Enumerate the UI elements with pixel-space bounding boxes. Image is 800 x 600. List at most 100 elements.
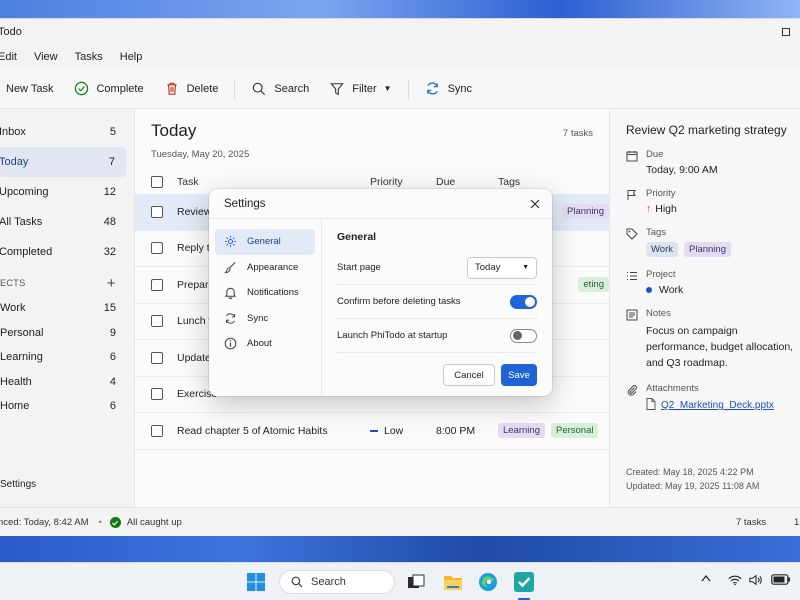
settings-nav-sync[interactable]: Sync <box>215 306 315 332</box>
filter-button[interactable]: Filter ▼ <box>319 74 401 104</box>
sync-button[interactable]: Sync <box>415 74 482 104</box>
folder-icon <box>444 575 462 590</box>
save-button[interactable]: Save <box>501 364 537 386</box>
status-task-count: 7 tasks <box>736 517 767 528</box>
desktop-wallpaper-top <box>0 0 800 18</box>
maximize-button[interactable] <box>778 24 794 40</box>
separator-dot: • <box>98 517 102 528</box>
arrow-up-icon: ↑ <box>646 203 652 215</box>
search-button[interactable]: Search <box>241 74 319 104</box>
sidebar-project-personal[interactable]: Personal 9 <box>0 321 134 346</box>
taskbar-search[interactable]: Search <box>279 570 395 594</box>
attachments-label: Attachments <box>646 383 699 394</box>
sidebar-item-label: Inbox <box>0 126 26 138</box>
flag-icon <box>626 189 638 201</box>
sidebar-item-count: 6 <box>109 400 116 413</box>
sidebar-project-work[interactable]: Work 15 <box>0 296 134 321</box>
settings-nav: General Appearance Notifications Sync Ab… <box>209 219 322 396</box>
project-color-dot <box>646 287 652 294</box>
sidebar-item-today[interactable]: Today 7 <box>0 147 126 177</box>
desktop-wallpaper-bottom <box>0 536 800 562</box>
toolbar-divider <box>234 78 236 99</box>
task-checkbox[interactable] <box>151 424 163 437</box>
tag-badge[interactable]: Planning <box>684 242 731 257</box>
column-due[interactable]: Due <box>436 176 498 188</box>
sidebar-project-learning[interactable]: Learning 6 <box>0 345 134 370</box>
table-row[interactable]: Read chapter 5 of Atomic Habits Low 8:00… <box>135 413 609 450</box>
sidebar-item-label: Today <box>0 156 29 168</box>
search-icon <box>291 576 303 588</box>
sidebar-project-home[interactable]: Home 6 <box>0 394 134 419</box>
menu-tasks[interactable]: Tasks <box>75 51 112 63</box>
network-button[interactable] <box>728 574 742 586</box>
menu-view[interactable]: View <box>34 51 67 63</box>
confirm-delete-toggle[interactable] <box>510 294 537 309</box>
paperclip-icon <box>626 384 638 396</box>
cancel-button[interactable]: Cancel <box>443 364 495 386</box>
sidebar-settings[interactable]: Settings <box>0 479 36 490</box>
battery-button[interactable] <box>771 574 791 585</box>
todo-app-button[interactable] <box>511 569 537 595</box>
settings-nav-label: About <box>247 338 272 350</box>
project-value-field[interactable]: Work <box>646 284 683 296</box>
task-checkbox[interactable] <box>151 205 163 218</box>
sidebar-project-health[interactable]: Health 4 <box>0 370 134 395</box>
launch-startup-label: Launch PhiTodo at startup <box>337 330 448 341</box>
column-task[interactable]: Task <box>177 176 370 188</box>
select-all-checkbox[interactable] <box>151 176 163 188</box>
sidebar-item-all-tasks[interactable]: All Tasks 48 <box>0 207 134 237</box>
sidebar-item-label: Work <box>0 302 26 315</box>
launch-startup-toggle[interactable] <box>510 328 537 343</box>
complete-button[interactable]: Complete <box>63 74 153 104</box>
task-checkbox[interactable] <box>151 242 163 255</box>
sync-icon <box>224 312 237 325</box>
edge-browser-button[interactable] <box>475 569 501 595</box>
close-button[interactable] <box>530 196 540 212</box>
priority-value-field[interactable]: ↑ High <box>646 203 677 215</box>
task-checkbox[interactable] <box>151 388 163 401</box>
delete-button[interactable]: Delete <box>154 74 229 104</box>
details-title: Review Q2 marketing strategy <box>626 123 787 137</box>
column-priority[interactable]: Priority <box>370 176 436 188</box>
sidebar-item-inbox[interactable]: Inbox 5 <box>0 117 134 147</box>
task-checkbox[interactable] <box>151 351 163 364</box>
task-count: 7 tasks <box>562 128 593 139</box>
file-explorer-button[interactable] <box>440 569 466 595</box>
sidebar-item-count: 12 <box>103 186 116 198</box>
menu-help[interactable]: Help <box>120 51 152 63</box>
task-view-button[interactable] <box>403 569 429 595</box>
task-checkbox[interactable] <box>151 315 163 328</box>
task-checkbox[interactable] <box>151 278 163 291</box>
tag-badge[interactable]: Work <box>646 242 678 257</box>
notes-value[interactable]: Focus on campaign performance, budget al… <box>646 323 796 371</box>
volume-button[interactable] <box>749 574 763 586</box>
sidebar-item-count: 48 <box>103 216 116 228</box>
setting-confirm-delete: Confirm before deleting tasks <box>337 285 537 319</box>
settings-dialog-title: Settings <box>224 197 266 210</box>
add-project-button[interactable]: + <box>107 275 116 292</box>
sync-status: nced: Today, 8:42 AM <box>0 517 89 528</box>
tray-overflow-button[interactable] <box>701 574 711 582</box>
sidebar-item-count: 15 <box>103 302 116 315</box>
settings-nav-notifications[interactable]: Notifications <box>215 280 315 306</box>
attachment-link[interactable]: Q2_Marketing_Deck.pptx <box>661 400 774 411</box>
sync-icon <box>425 81 441 97</box>
start-page-select[interactable]: Today ▼ <box>467 256 537 279</box>
new-task-button[interactable]: New Task <box>0 74 63 104</box>
list-icon <box>626 270 638 282</box>
sidebar-item-upcoming[interactable]: Upcoming 12 <box>0 177 134 207</box>
sidebar-item-label: Upcoming <box>0 186 49 198</box>
settings-nav-general[interactable]: General <box>215 229 315 255</box>
menu-edit[interactable]: Edit <box>0 51 26 63</box>
sidebar-item-label: Health <box>0 375 32 388</box>
settings-nav-about[interactable]: About <box>215 331 315 357</box>
confirm-delete-label: Confirm before deleting tasks <box>337 296 461 307</box>
settings-nav-appearance[interactable]: Appearance <box>215 255 315 281</box>
sidebar-item-completed[interactable]: Completed 32 <box>0 237 134 267</box>
chevron-up-icon <box>701 574 711 582</box>
column-tags[interactable]: Tags <box>498 176 520 188</box>
start-button[interactable] <box>243 569 269 595</box>
toolbar-divider <box>407 78 409 99</box>
settings-section-title: General <box>337 231 377 243</box>
due-value[interactable]: Today, 9:00 AM <box>646 164 718 176</box>
